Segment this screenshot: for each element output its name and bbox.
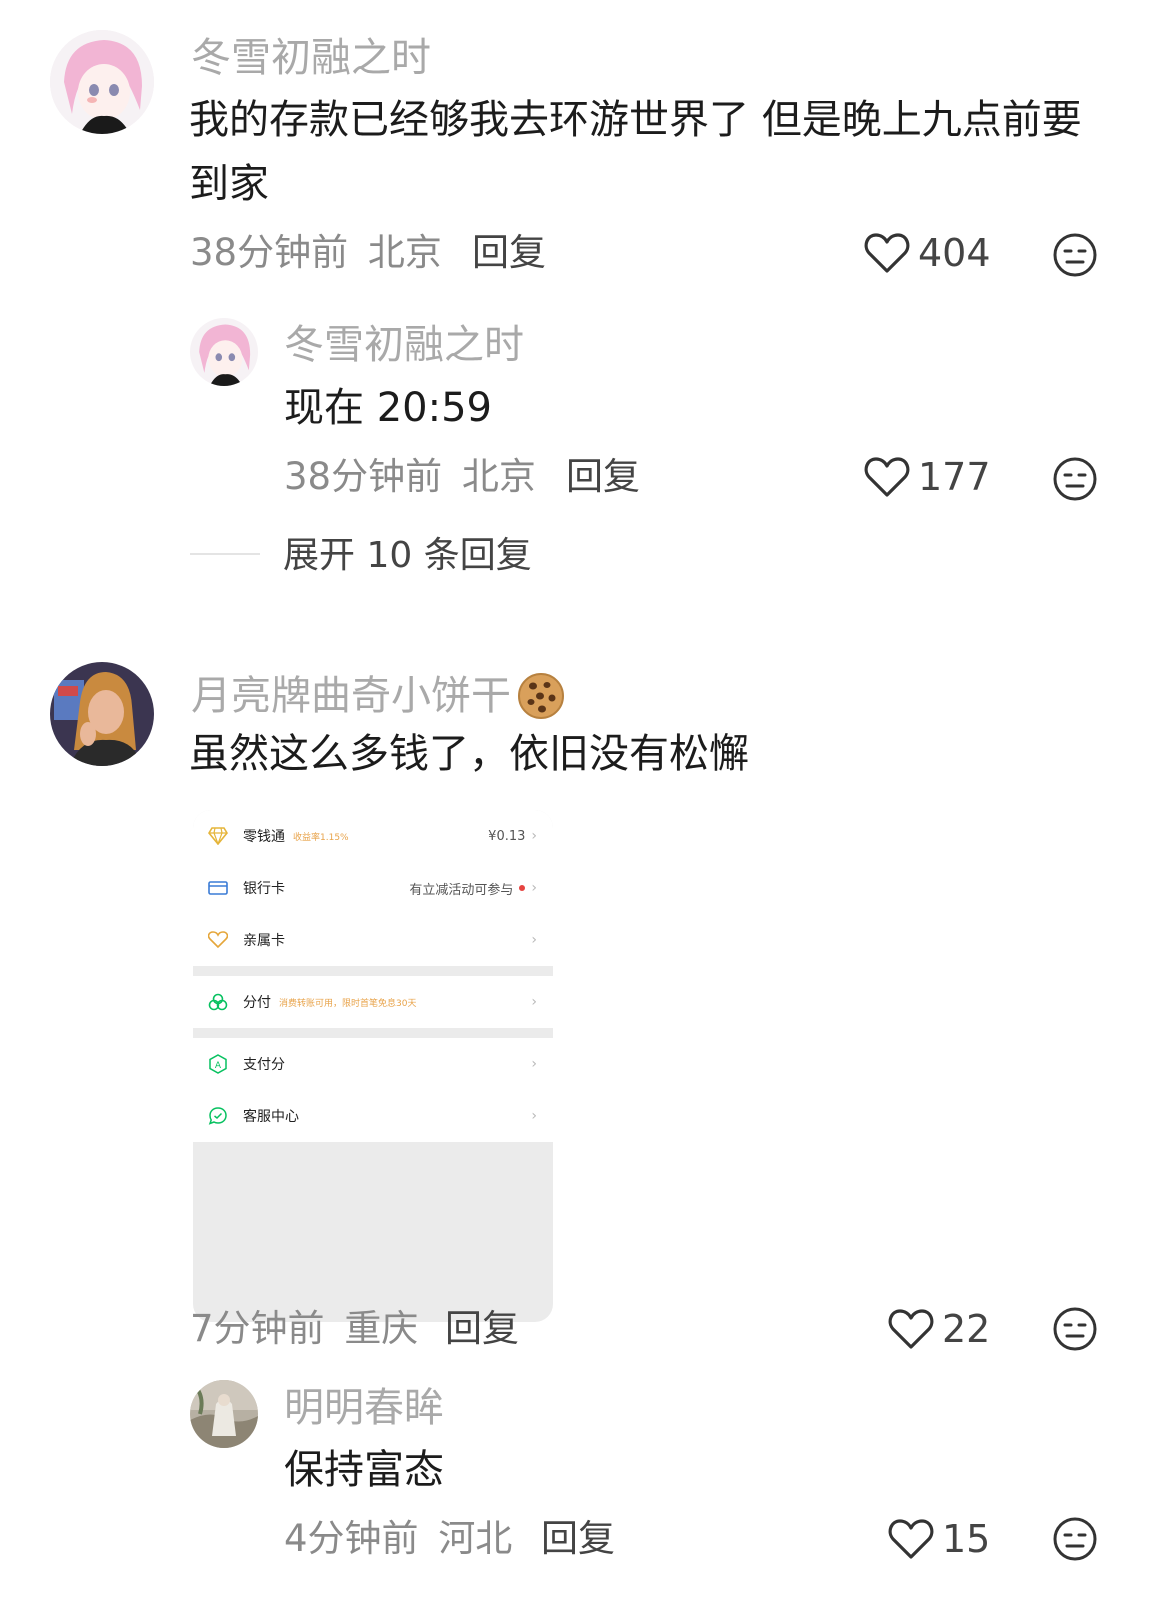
item-right: 有立减活动可参与 › <box>409 879 537 898</box>
heart-card-icon <box>207 929 229 951</box>
meh-face-icon <box>1053 233 1097 277</box>
group-gap <box>193 966 553 976</box>
like-button[interactable]: 15 <box>888 1518 990 1560</box>
comment-text: 保持富态 <box>284 1447 444 1493</box>
wallet-item-customer-service[interactable]: 客服中心 › <box>193 1090 553 1142</box>
item-value: 有立减活动可参与 <box>409 882 514 898</box>
location-text: 北京 <box>367 231 442 274</box>
chevron-right-icon: › <box>531 880 537 896</box>
reply-button[interactable]: 回复 <box>566 458 640 495</box>
expand-replies-button[interactable]: 展开 10 条回复 <box>283 538 532 574</box>
dislike-button[interactable] <box>1052 1516 1098 1566</box>
wallet-item-family-card[interactable]: 亲属卡 › <box>193 914 553 966</box>
item-label: 分付 <box>243 995 271 1011</box>
chevron-right-icon: › <box>531 828 537 844</box>
dislike-button[interactable] <box>1052 232 1098 282</box>
avatar[interactable] <box>190 1380 258 1448</box>
like-count: 15 <box>942 1517 991 1561</box>
score-icon: A <box>207 1053 229 1075</box>
avatar[interactable] <box>50 662 154 766</box>
comment-text: 现在 20:59 <box>284 385 492 431</box>
chevron-right-icon: › <box>531 1108 537 1124</box>
comment-text-line-1: 我的存款已经够我去环游世界了 但是晚上九点前要 <box>189 97 1082 143</box>
scenery-avatar-image <box>190 1380 258 1448</box>
comment-time: 38分钟前 北京 <box>284 458 536 495</box>
item-right: › <box>531 932 537 948</box>
red-dot-badge <box>519 885 526 891</box>
dislike-button[interactable] <box>1052 1306 1098 1356</box>
time-text: 38分钟前 <box>190 231 349 274</box>
woman-photo-avatar-image <box>50 662 154 766</box>
comment-time: 38分钟前 北京 <box>190 234 442 271</box>
item-right: › <box>531 1056 537 1072</box>
username[interactable]: 月亮牌曲奇小饼干 <box>191 672 565 720</box>
like-count: 22 <box>942 1307 991 1351</box>
comment-text-line-2: 到家 <box>189 161 269 207</box>
svg-text:A: A <box>215 1061 222 1071</box>
avatar[interactable] <box>50 30 154 134</box>
wallet-group-2: 分付 消费转账可用，限时首笔免息30天 › <box>193 976 553 1028</box>
item-tag: 收益率1.15% <box>293 832 349 843</box>
meh-face-icon <box>1053 1517 1097 1561</box>
dislike-button[interactable] <box>1052 456 1098 506</box>
chevron-right-icon: › <box>531 1056 537 1072</box>
like-button[interactable]: 177 <box>864 456 991 498</box>
item-right: ¥0.13 › <box>488 828 537 844</box>
username[interactable]: 冬雪初融之时 <box>284 325 524 365</box>
group-gap <box>193 1028 553 1038</box>
anime-girl-avatar-image <box>190 318 258 386</box>
anime-girl-avatar-image <box>50 30 154 134</box>
avatar[interactable] <box>190 318 258 386</box>
reply-button[interactable]: 回复 <box>445 1310 519 1347</box>
meh-face-icon <box>1053 1307 1097 1351</box>
username[interactable]: 明明春眸 <box>284 1388 444 1428</box>
item-tag: 消费转账可用，限时首笔免息30天 <box>279 998 417 1009</box>
item-label: 客服中心 <box>243 1109 299 1125</box>
username[interactable]: 冬雪初融之时 <box>191 38 431 78</box>
like-count: 177 <box>918 455 991 499</box>
item-right: › <box>531 1108 537 1124</box>
time-text: 4分钟前 <box>284 1517 419 1560</box>
wallet-item-lingqiantong[interactable]: 零钱通 收益率1.15% ¥0.13 › <box>193 810 553 862</box>
item-label: 支付分 <box>243 1057 285 1073</box>
heart-outline-icon <box>864 233 910 273</box>
like-button[interactable]: 22 <box>888 1308 990 1350</box>
time-text: 7分钟前 <box>190 1307 325 1350</box>
heart-outline-icon <box>888 1519 934 1559</box>
location-text: 河北 <box>438 1517 513 1560</box>
reply-button[interactable]: 回复 <box>541 1520 615 1557</box>
chevron-right-icon: › <box>531 994 537 1010</box>
wallet-item-payment-score[interactable]: A 支付分 › <box>193 1038 553 1090</box>
like-count: 404 <box>918 231 991 275</box>
wallet-item-bank-card[interactable]: 银行卡 有立减活动可参与 › <box>193 862 553 914</box>
item-value: ¥0.13 <box>488 828 526 844</box>
comment-time: 7分钟前 重庆 <box>190 1310 418 1347</box>
like-button[interactable]: 404 <box>864 232 991 274</box>
reply-button[interactable]: 回复 <box>472 234 546 271</box>
time-text: 38分钟前 <box>284 455 443 498</box>
card-icon <box>207 877 229 899</box>
wallet-item-fenfu[interactable]: 分付 消费转账可用，限时首笔免息30天 › <box>193 976 553 1028</box>
cookie-emoji-icon <box>518 673 564 719</box>
attached-image[interactable]: 零钱通 收益率1.15% ¥0.13 › 银行卡 有立减活动可参与 › 亲属卡 … <box>193 810 553 1322</box>
location-text: 北京 <box>461 455 536 498</box>
fenfu-icon <box>207 991 229 1013</box>
heart-outline-icon <box>864 457 910 497</box>
diamond-icon <box>207 825 229 847</box>
wallet-group-1: 零钱通 收益率1.15% ¥0.13 › 银行卡 有立减活动可参与 › 亲属卡 … <box>193 810 553 966</box>
chevron-right-icon: › <box>531 932 537 948</box>
comment-time: 4分钟前 河北 <box>284 1520 512 1557</box>
expand-divider <box>190 553 260 555</box>
item-right: › <box>531 994 537 1010</box>
location-text: 重庆 <box>344 1307 419 1350</box>
username-text: 月亮牌曲奇小饼干 <box>191 673 511 719</box>
heart-outline-icon <box>888 1309 934 1349</box>
meh-face-icon <box>1053 457 1097 501</box>
wallet-group-3: A 支付分 › 客服中心 › <box>193 1038 553 1142</box>
service-icon <box>207 1105 229 1127</box>
comment-text: 虽然这么多钱了，依旧没有松懈 <box>189 731 749 777</box>
item-label: 亲属卡 <box>243 933 285 949</box>
item-label: 银行卡 <box>243 881 285 897</box>
item-label: 零钱通 <box>243 829 285 845</box>
